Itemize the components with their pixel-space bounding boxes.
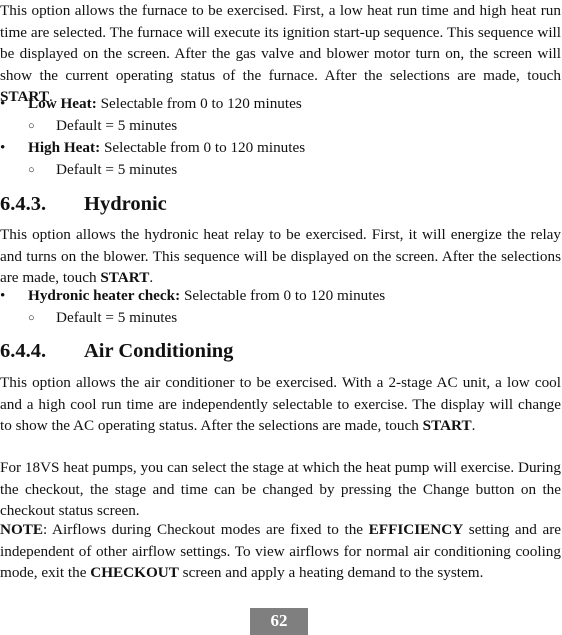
section-heading-hydronic: 6.4.3. Hydronic: [0, 189, 561, 219]
sub-item-text: Default = 5 minutes: [56, 309, 178, 326]
note-label: NOTE: [0, 521, 44, 538]
list-item-low-heat: • Low Heat: Selectable from 0 to 120 min…: [0, 93, 561, 115]
checkout-keyword: CHECKOUT: [90, 564, 179, 582]
period: .: [149, 269, 154, 287]
efficiency-keyword: EFFICIENCY: [368, 521, 464, 538]
start-keyword: START: [100, 269, 150, 287]
page-number-badge: 62: [250, 608, 308, 635]
furnace-section: This option allows the furnace to be exe…: [0, 0, 561, 108]
furnace-intro-text: This option allows the furnace to be exe…: [0, 2, 561, 84]
section-heading-air-conditioning: 6.4.4. Air Conditioning: [0, 336, 561, 366]
list-item-hydronic-heater-check: • Hydronic heater check: Selectable from…: [0, 285, 561, 307]
circle-bullet-icon: ○: [28, 164, 35, 176]
hydronic-intro-paragraph: This option allows the hydronic heat rel…: [0, 224, 561, 289]
hydronic-intro-text: This option allows the hydronic heat rel…: [0, 226, 561, 287]
list-item-label: High Heat:: [28, 139, 101, 156]
note-text: screen and apply a heating demand to the…: [178, 564, 484, 582]
section-title: Air Conditioning: [84, 340, 234, 362]
circle-bullet-icon: ○: [28, 120, 35, 132]
note-text: : Airflows during Checkout modes are fix…: [43, 521, 369, 538]
bullet-icon: •: [0, 139, 6, 156]
hydronic-options-list: • Hydronic heater check: Selectable from…: [0, 285, 561, 329]
furnace-intro-paragraph: This option allows the furnace to be exe…: [0, 0, 561, 108]
ac-section: This option allows the air conditioner t…: [0, 372, 561, 437]
circle-bullet-icon: ○: [28, 312, 35, 324]
sub-item-low-heat-default: ○ Default = 5 minutes: [0, 115, 561, 137]
list-item-label: Hydronic heater check:: [28, 287, 181, 304]
sub-item-text: Default = 5 minutes: [56, 161, 178, 178]
ac-intro-text: This option allows the air conditioner t…: [0, 374, 561, 435]
ac-intro-paragraph: This option allows the air conditioner t…: [0, 372, 561, 437]
list-item-text: Selectable from 0 to 120 minutes: [96, 95, 302, 112]
period: .: [471, 417, 476, 435]
note-block: NOTE: Airflows during Checkout modes are…: [0, 519, 561, 584]
list-item-text: Selectable from 0 to 120 minutes: [100, 139, 306, 156]
bullet-icon: •: [0, 95, 6, 112]
furnace-options-list: • Low Heat: Selectable from 0 to 120 min…: [0, 93, 561, 181]
start-keyword: START: [422, 417, 472, 435]
bullet-icon: •: [0, 287, 6, 304]
heat-pump-paragraph: For 18VS heat pumps, you can select the …: [0, 459, 561, 520]
list-item-text: Selectable from 0 to 120 minutes: [180, 287, 386, 304]
sub-item-text: Default = 5 minutes: [56, 117, 178, 134]
list-item-label: Low Heat:: [28, 95, 97, 112]
page-number: 62: [270, 611, 288, 630]
hydronic-section: This option allows the hydronic heat rel…: [0, 224, 561, 289]
heat-pump-paragraph-block: For 18VS heat pumps, you can select the …: [0, 457, 561, 522]
section-number: 6.4.3.: [0, 193, 47, 215]
sub-item-hydronic-default: ○ Default = 5 minutes: [0, 307, 561, 329]
list-item-high-heat: • High Heat: Selectable from 0 to 120 mi…: [0, 137, 561, 159]
sub-item-high-heat-default: ○ Default = 5 minutes: [0, 159, 561, 181]
note-paragraph: NOTE: Airflows during Checkout modes are…: [0, 519, 561, 584]
section-title: Hydronic: [84, 193, 167, 215]
section-number: 6.4.4.: [0, 340, 47, 362]
